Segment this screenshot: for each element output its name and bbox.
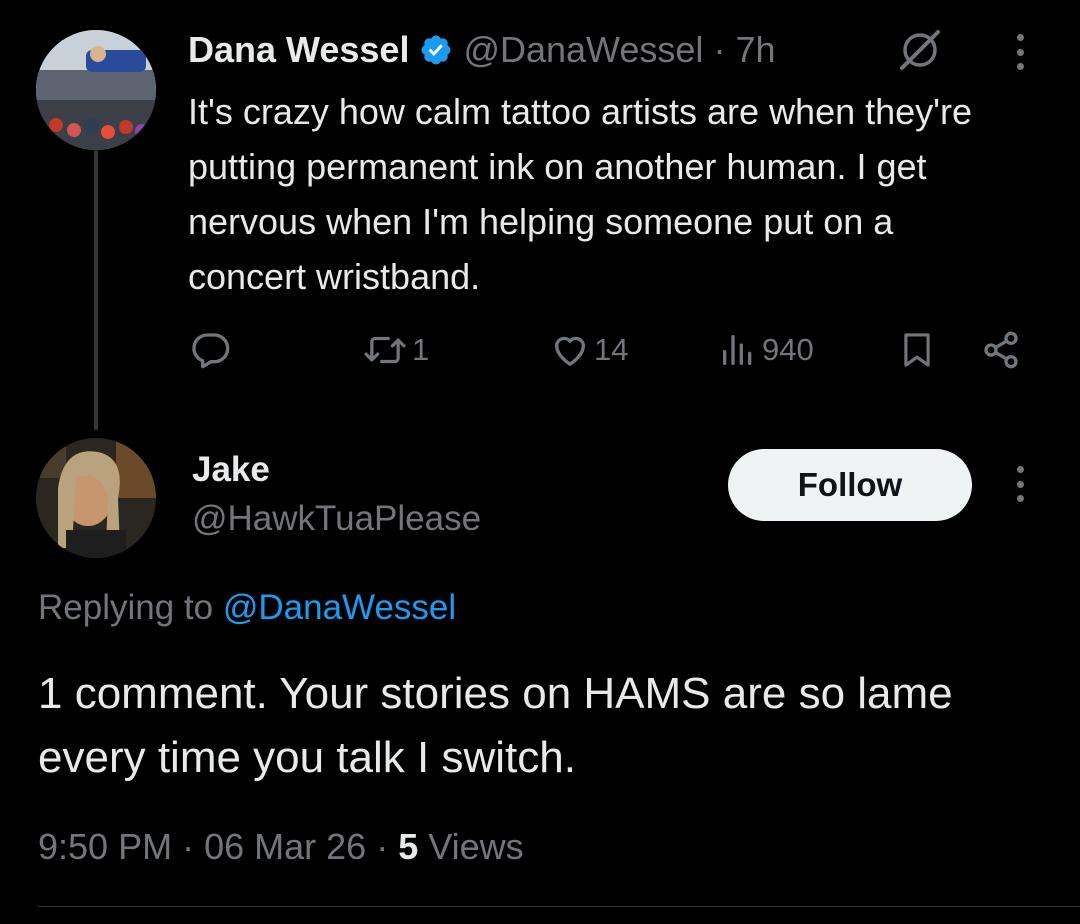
replying-to-mention[interactable]: @DanaWessel bbox=[223, 588, 456, 627]
bookmark-icon[interactable] bbox=[898, 330, 936, 375]
reply-bubble-icon bbox=[190, 330, 232, 370]
author-name[interactable]: Dana Wessel bbox=[188, 29, 409, 71]
reply-more-vertical-icon[interactable] bbox=[1014, 466, 1026, 502]
reply-text: 1 comment. Your stories on HAMS are so l… bbox=[38, 669, 953, 782]
reply-views-count: 5 bbox=[398, 826, 419, 867]
meta-separator-2: · bbox=[376, 826, 389, 867]
reply-action[interactable] bbox=[190, 330, 236, 370]
divider bbox=[38, 906, 1080, 907]
reply-meta: 9:50 PM · 06 Mar 26 · 5 Views bbox=[38, 826, 524, 868]
reply-author-block: Jake @HawkTuaPlease bbox=[192, 448, 481, 544]
reply-author-handle[interactable]: @HawkTuaPlease bbox=[192, 494, 481, 544]
views-bars-icon bbox=[718, 330, 758, 370]
views-action[interactable]: 940 bbox=[718, 330, 814, 370]
follow-button[interactable]: Follow bbox=[728, 449, 972, 521]
replying-prefix: Replying to bbox=[38, 588, 214, 627]
header-separator: · bbox=[713, 29, 726, 70]
retweet-count: 1 bbox=[412, 332, 430, 367]
like-count: 14 bbox=[594, 332, 629, 367]
original-tweet-header: Dana Wessel @DanaWessel · 7h bbox=[188, 26, 775, 74]
meta-separator-1: · bbox=[182, 826, 195, 867]
tweet-text: It's crazy how calm tattoo artists are w… bbox=[188, 91, 973, 297]
thread-connector-line bbox=[94, 150, 98, 430]
author-handle[interactable]: @DanaWessel bbox=[463, 29, 703, 71]
tweet-time-ago[interactable]: 7h bbox=[735, 29, 775, 71]
retweet-action[interactable]: 1 bbox=[362, 330, 429, 370]
views-count: 940 bbox=[762, 332, 814, 367]
more-vertical-icon[interactable] bbox=[1014, 34, 1026, 70]
reply-author-name[interactable]: Jake bbox=[192, 448, 481, 492]
avatar-jake[interactable] bbox=[36, 438, 156, 558]
like-action[interactable]: 14 bbox=[550, 330, 628, 370]
reply-date[interactable]: 06 Mar 26 bbox=[204, 826, 366, 867]
retweet-icon bbox=[362, 330, 408, 370]
replying-to-line: Replying to @DanaWessel bbox=[38, 588, 456, 628]
heart-icon bbox=[550, 330, 590, 370]
share-icon[interactable] bbox=[980, 330, 1022, 375]
reply-time[interactable]: 9:50 PM bbox=[38, 826, 172, 867]
grok-slash-icon[interactable] bbox=[896, 28, 944, 77]
reply-views-label: Views bbox=[428, 826, 524, 867]
avatar-dana-wessel[interactable] bbox=[36, 30, 156, 150]
verified-badge-icon bbox=[419, 33, 453, 67]
